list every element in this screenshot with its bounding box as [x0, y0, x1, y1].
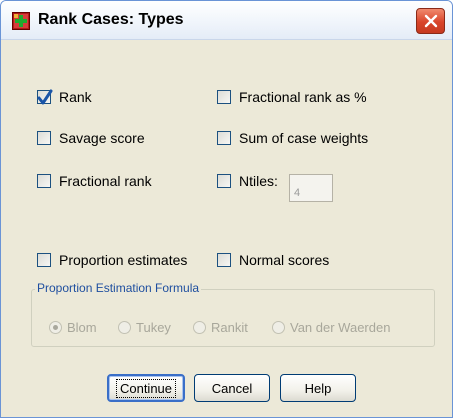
- continue-button[interactable]: Continue: [107, 374, 185, 402]
- rank-checkbox[interactable]: Rank: [37, 89, 92, 105]
- title-bar[interactable]: Rank Cases: Types: [1, 1, 452, 40]
- proportion-estimates-checkbox[interactable]: Proportion estimates: [37, 252, 187, 268]
- radio-rankit-button[interactable]: [193, 321, 206, 334]
- close-button[interactable]: [416, 8, 445, 34]
- fractional-rank-pct-checkbox-box[interactable]: [217, 90, 231, 104]
- normal-scores-label: Normal scores: [239, 252, 330, 268]
- fractional-rank-pct-checkbox[interactable]: Fractional rank as %: [217, 89, 367, 105]
- spss-app-icon: [12, 12, 30, 30]
- sum-case-weights-checkbox[interactable]: Sum of case weights: [217, 130, 368, 146]
- savage-score-label: Savage score: [59, 130, 145, 146]
- savage-score-checkbox-box[interactable]: [37, 131, 51, 145]
- help-button[interactable]: Help: [280, 374, 356, 402]
- window-title: Rank Cases: Types: [38, 11, 184, 28]
- ntiles-input[interactable]: 4: [289, 174, 333, 202]
- fractional-rank-checkbox[interactable]: Fractional rank: [37, 173, 152, 189]
- checkmark-icon: [37, 89, 53, 105]
- cancel-button[interactable]: Cancel: [194, 374, 270, 402]
- normal-scores-checkbox-box[interactable]: [217, 253, 231, 267]
- fractional-rank-checkbox-box[interactable]: [37, 174, 51, 188]
- ntiles-checkbox[interactable]: Ntiles:: [217, 173, 278, 189]
- radio-tukey-label: Tukey: [136, 320, 171, 335]
- continue-button-label: Continue: [115, 378, 177, 398]
- close-icon: [424, 14, 437, 28]
- ntiles-checkbox-box[interactable]: [217, 174, 231, 188]
- radio-van-der-waerden[interactable]: Van der Waerden: [272, 320, 390, 335]
- dialog-window: Rank Cases: Types Rank Savage score Frac…: [0, 0, 453, 418]
- sum-case-weights-checkbox-box[interactable]: [217, 131, 231, 145]
- radio-blom-label: Blom: [67, 320, 97, 335]
- radio-blom-button[interactable]: [49, 321, 62, 334]
- radio-rankit-label: Rankit: [211, 320, 248, 335]
- rank-label: Rank: [59, 89, 92, 105]
- radio-tukey[interactable]: Tukey: [118, 320, 171, 335]
- savage-score-checkbox[interactable]: Savage score: [37, 130, 145, 146]
- proportion-estimates-checkbox-box[interactable]: [37, 253, 51, 267]
- ntiles-label: Ntiles:: [239, 173, 278, 189]
- radio-van-der-waerden-label: Van der Waerden: [290, 320, 391, 335]
- help-button-label: Help: [304, 380, 332, 396]
- sum-case-weights-label: Sum of case weights: [239, 130, 369, 146]
- formula-group-box: [31, 289, 435, 347]
- radio-tukey-button[interactable]: [118, 321, 131, 334]
- fractional-rank-label: Fractional rank: [59, 173, 152, 189]
- fractional-rank-pct-label: Fractional rank as %: [239, 89, 367, 105]
- radio-van-der-waerden-button[interactable]: [272, 321, 285, 334]
- radio-rankit[interactable]: Rankit: [193, 320, 248, 335]
- rank-checkbox-box[interactable]: [37, 89, 53, 105]
- normal-scores-checkbox[interactable]: Normal scores: [217, 252, 329, 268]
- cancel-button-label: Cancel: [211, 380, 253, 396]
- formula-group-legend: Proportion Estimation Formula: [35, 281, 202, 295]
- radio-blom[interactable]: Blom: [49, 320, 97, 335]
- proportion-estimates-label: Proportion estimates: [59, 252, 188, 268]
